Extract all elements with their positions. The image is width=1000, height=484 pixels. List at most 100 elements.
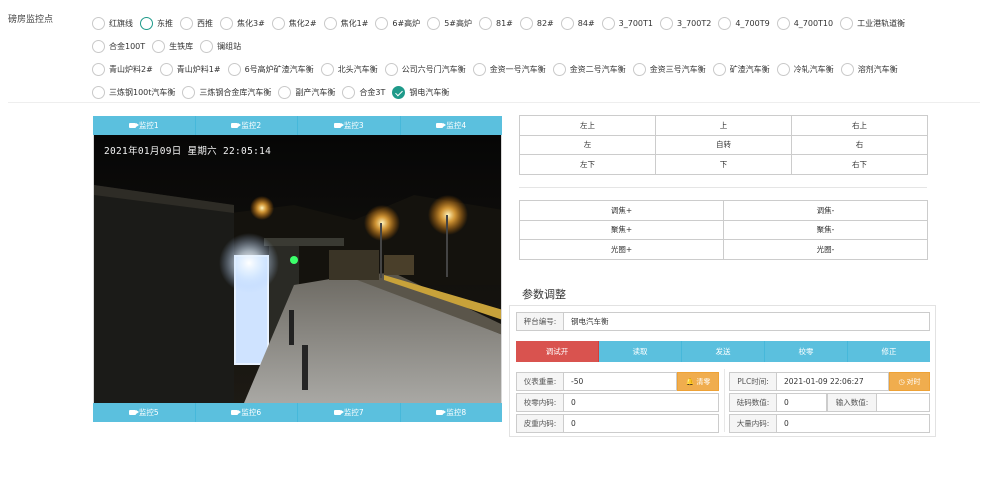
monitor-point-radio[interactable]: 5#高炉 <box>427 17 472 30</box>
monitor-point-radio[interactable]: 焦化2# <box>271 17 317 30</box>
bulk-code-label: 大量内码: <box>729 414 777 433</box>
sync-time-button[interactable]: ◷ 对时 <box>889 372 930 391</box>
param-action-button[interactable]: 发送 <box>682 341 765 362</box>
monitor-point-radio[interactable]: 青山炉料2# <box>92 63 153 76</box>
tare-code-field[interactable]: 0 <box>564 414 719 433</box>
monitor-point-radio[interactable]: 西推 <box>180 17 213 30</box>
monitor-point-radio[interactable]: 4_700T9 <box>718 17 770 30</box>
monitor-point-label: 公司六号门汽车衡 <box>401 65 466 74</box>
ptz-button[interactable]: 上 <box>655 115 792 136</box>
monitor-point-radio[interactable]: 镧组站 <box>200 40 241 53</box>
monitor-point-radio[interactable]: 合金3T <box>342 86 385 99</box>
monitor-point-radio[interactable]: 北头汽车衡 <box>320 63 378 76</box>
zero-code-field[interactable]: 0 <box>564 393 719 412</box>
monitor-point-radio[interactable]: 合金100T <box>92 40 145 53</box>
ptz-button[interactable]: 自转 <box>655 134 792 155</box>
video-camera-icon <box>436 410 447 415</box>
param-action-button[interactable]: 校零 <box>765 341 848 362</box>
monitor-point-radio[interactable]: 红旗线 <box>92 17 133 30</box>
radio-circle-icon <box>712 63 726 76</box>
lens-button[interactable]: 聚焦- <box>723 219 928 240</box>
monitor-point-radio[interactable]: 3_700T1 <box>601 17 653 30</box>
camera-tab[interactable]: 监控6 <box>196 403 298 422</box>
clear-button[interactable]: 🔔 清零 <box>677 372 719 391</box>
monitor-point-radio[interactable]: 工业港轨道衡 <box>840 17 905 30</box>
monitor-point-radio[interactable]: 公司六号门汽车衡 <box>384 63 466 76</box>
monitor-point-radio[interactable]: 青山炉料1# <box>159 63 221 76</box>
monitor-point-radio[interactable]: 6号高炉矿渣汽车衡 <box>227 63 314 76</box>
radio-circle-icon <box>278 86 292 99</box>
param-action-button[interactable]: 读取 <box>599 341 682 362</box>
param-action-button[interactable]: 调试开 <box>516 341 599 362</box>
radio-circle-icon <box>92 40 105 53</box>
radio-circle-icon <box>159 63 173 76</box>
radio-circle-icon <box>776 63 790 76</box>
monitor-point-label: 生铁库 <box>169 42 194 51</box>
meter-weight-field[interactable]: -50 <box>564 372 677 391</box>
monitor-point-radio[interactable]: 82# <box>519 17 554 30</box>
monitor-point-radio[interactable]: 焦化3# <box>220 17 265 30</box>
ptz-button[interactable]: 左上 <box>519 115 656 136</box>
monitor-point-radio[interactable]: 81# <box>478 17 513 30</box>
ptz-button[interactable]: 右下 <box>791 154 928 175</box>
monitor-point-radio[interactable]: 钢电汽车衡 <box>392 86 449 99</box>
param-action-button[interactable]: 修正 <box>848 341 930 362</box>
camera-tab[interactable]: 监控2 <box>196 116 298 135</box>
monitor-point-radio[interactable]: 焦化1# <box>323 17 368 30</box>
monitor-point-radio[interactable]: 三炼钢合金库汽车衡 <box>182 86 271 99</box>
lens-button[interactable]: 聚焦+ <box>519 219 724 240</box>
camera-tab[interactable]: 监控1 <box>93 116 196 135</box>
camera-tab[interactable]: 监控4 <box>401 116 503 135</box>
monitor-point-radio[interactable]: 3_700T2 <box>660 17 711 30</box>
monitor-point-radio[interactable]: 6#高炉 <box>375 17 420 30</box>
camera-tab[interactable]: 监控7 <box>298 403 401 422</box>
lens-button[interactable]: 调焦- <box>723 200 928 221</box>
ptz-button[interactable]: 左 <box>519 134 656 155</box>
monitor-point-label: 合金3T <box>359 88 386 97</box>
clock-icon: ◷ <box>898 377 905 386</box>
monitor-point-label: 6#高炉 <box>392 19 421 28</box>
monitor-point-radio[interactable]: 金资二号汽车衡 <box>552 63 626 76</box>
bell-icon: 🔔 <box>685 377 695 386</box>
monitor-point-radio[interactable]: 84# <box>560 17 595 30</box>
camera-tab[interactable]: 监控3 <box>298 116 401 135</box>
monitor-point-radio[interactable]: 生铁库 <box>152 40 193 53</box>
ptz-button[interactable]: 左下 <box>519 154 656 175</box>
monitor-point-radio[interactable]: 东推 <box>140 17 173 30</box>
weight-value-field[interactable]: 0 <box>777 393 827 412</box>
camera-tab[interactable]: 监控5 <box>93 403 196 422</box>
monitor-point-radio[interactable]: 金资一号汽车衡 <box>472 63 546 76</box>
monitor-point-label: 焦化3# <box>237 19 265 28</box>
ptz-button[interactable]: 下 <box>655 154 792 175</box>
param-action-bar: 调试开 读取 发送 校零 修正 <box>516 341 930 362</box>
monitor-point-label: 钢电汽车衡 <box>409 88 450 97</box>
input-value-field[interactable] <box>877 393 930 412</box>
monitor-point-label: 青山炉料1# <box>176 65 221 74</box>
plc-time-field[interactable]: 2021-01-09 22:06:27 <box>777 372 889 391</box>
scale-no-field[interactable]: 钢电汽车衡 <box>564 312 930 331</box>
monitor-point-label: 82# <box>536 19 554 28</box>
monitor-point-label: 金资三号汽车衡 <box>649 65 706 74</box>
lens-button[interactable]: 调焦+ <box>519 200 724 221</box>
ptz-button[interactable]: 右上 <box>791 115 928 136</box>
monitor-point-radio[interactable]: 溶剂汽车衡 <box>840 63 898 76</box>
video-camera-icon <box>333 123 344 128</box>
radio-row: 青山炉料2# 青山炉料1# 6号高炉矿渣汽车衡 北头汽车衡 公司六号门汽车衡 金资一号汽车… <box>92 58 952 81</box>
radio-circle-icon <box>200 40 214 53</box>
monitor-point-radio[interactable]: 三炼钢100t汽车衡 <box>92 86 175 99</box>
camera-tab[interactable]: 监控8 <box>401 403 503 422</box>
monitor-point-radio[interactable]: 矿渣汽车衡 <box>712 63 770 76</box>
radio-circle-icon <box>660 17 673 30</box>
ptz-button[interactable]: 右 <box>791 134 928 155</box>
monitor-point-radio[interactable]: 冷轧汽车衡 <box>776 63 834 76</box>
lens-button[interactable]: 光圈+ <box>519 239 724 260</box>
monitor-point-label: 三炼钢100t汽车衡 <box>109 88 176 97</box>
bulk-code-field[interactable]: 0 <box>777 414 930 433</box>
monitor-point-label: 东推 <box>157 19 173 28</box>
monitor-point-radio[interactable]: 4_700T10 <box>776 17 833 30</box>
video-timestamp: 2021年01月09日 星期六 22:05:14 <box>104 146 272 157</box>
monitor-point-radio[interactable]: 副产汽车衡 <box>278 86 335 99</box>
monitor-point-radio[interactable]: 金资三号汽车衡 <box>632 63 706 76</box>
lens-button[interactable]: 光圈- <box>723 239 928 260</box>
video-feed: 2021年01月09日 星期六 22:05:14 <box>93 135 502 403</box>
